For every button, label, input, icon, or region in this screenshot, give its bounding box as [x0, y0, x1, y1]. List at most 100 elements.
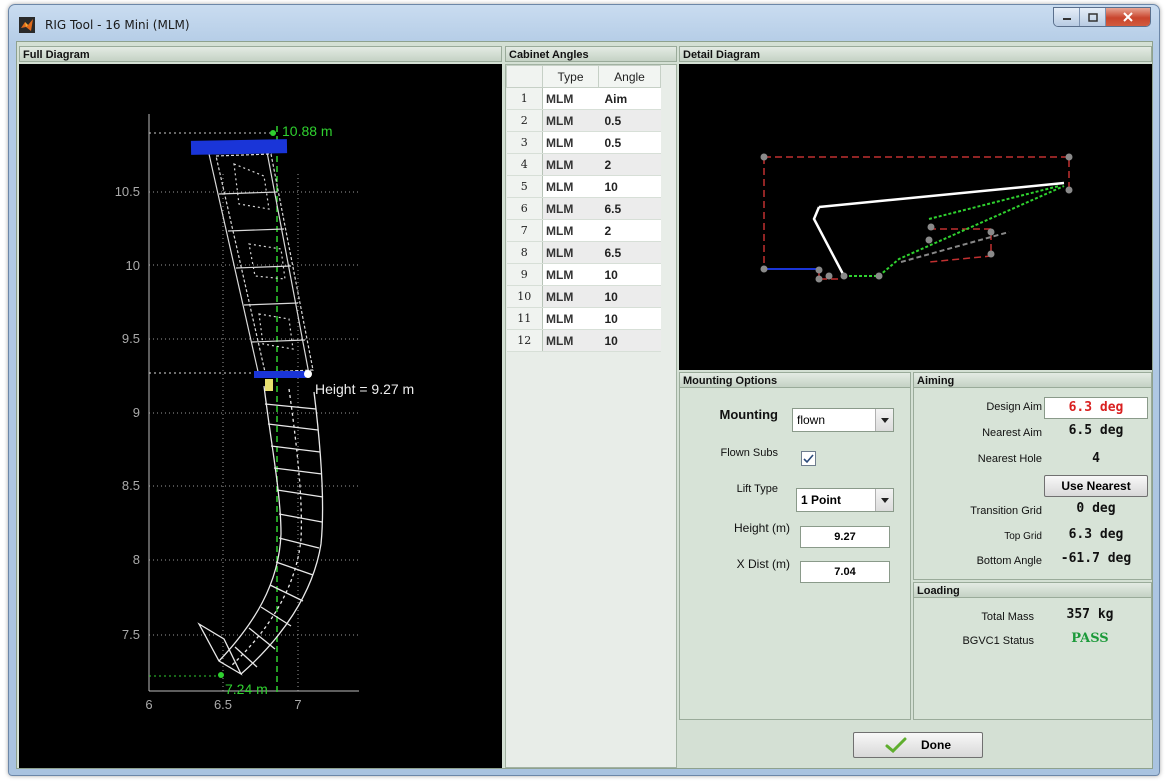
- col-header-type[interactable]: Type: [542, 65, 599, 88]
- type-cell[interactable]: MLM: [542, 241, 599, 264]
- table-row[interactable]: 10 MLM 10: [506, 285, 661, 308]
- row-number: 11: [506, 307, 543, 330]
- flown-subs-label: Flown Subs: [720, 447, 778, 459]
- row-number: 8: [506, 241, 543, 264]
- type-cell[interactable]: MLM: [542, 285, 599, 308]
- top-marker: [270, 130, 276, 136]
- line-array-drawing: [197, 385, 324, 676]
- angle-cell[interactable]: 6.5: [598, 197, 661, 220]
- table-row[interactable]: 6 MLM 6.5: [506, 197, 661, 220]
- y-tick: 7.5: [122, 627, 140, 642]
- design-aim-label: Design Aim: [986, 401, 1042, 413]
- mounting-select[interactable]: flown: [792, 408, 894, 432]
- table-row[interactable]: 12 MLM 10: [506, 329, 661, 352]
- mounting-select-value: flown: [797, 413, 826, 427]
- bottom-angle-value: -61.7 deg: [1060, 551, 1132, 566]
- angle-cell[interactable]: 10: [598, 329, 661, 352]
- cabinet-angles-grid[interactable]: Type Angle 1 MLM Aim 2 MLM 0.5 3 MLM 0.5 4 MLM 2…: [505, 64, 677, 768]
- use-nearest-button[interactable]: Use Nearest: [1044, 475, 1148, 497]
- maximize-icon: [1087, 12, 1098, 22]
- y-tick: 10: [126, 258, 140, 273]
- cabinet-angles-header: Cabinet Angles: [505, 46, 677, 62]
- table-row[interactable]: 7 MLM 2: [506, 219, 661, 242]
- type-cell[interactable]: MLM: [542, 197, 599, 220]
- table-row[interactable]: 5 MLM 10: [506, 175, 661, 198]
- type-cell[interactable]: MLM: [542, 131, 599, 154]
- x-tick: 7: [294, 697, 301, 712]
- row-number: 2: [506, 109, 543, 132]
- row-number: 4: [506, 153, 543, 176]
- type-cell[interactable]: MLM: [542, 175, 599, 198]
- x-dist-label: X Dist (m): [736, 557, 790, 571]
- x-dist-input[interactable]: 7.04: [800, 561, 890, 583]
- angle-cell[interactable]: 2: [598, 219, 661, 242]
- type-cell[interactable]: MLM: [542, 219, 599, 242]
- type-cell[interactable]: MLM: [542, 307, 599, 330]
- close-button[interactable]: [1106, 8, 1150, 26]
- row-number: 1: [506, 87, 543, 110]
- angle-cell[interactable]: 2: [598, 153, 661, 176]
- plot-axes: [148, 114, 359, 692]
- full-diagram-header: Full Diagram: [19, 46, 502, 62]
- col-header-angle[interactable]: Angle: [598, 65, 661, 88]
- angle-cell[interactable]: 6.5: [598, 241, 661, 264]
- type-cell[interactable]: MLM: [542, 153, 599, 176]
- top-elevation-label: 10.88 m: [282, 123, 333, 139]
- total-mass-value: 357 kg: [1066, 607, 1114, 622]
- done-button[interactable]: Done: [853, 732, 983, 758]
- full-diagram-plot[interactable]: 10.5 10 9.5 9 8.5 8 7.5 6 6.5 7 10.88 m …: [19, 64, 502, 768]
- checkmark-icon: [885, 737, 907, 753]
- bottom-angle-label: Bottom Angle: [976, 555, 1042, 567]
- table-row[interactable]: 9 MLM 10: [506, 263, 661, 286]
- flown-subs-checkbox[interactable]: [801, 451, 816, 466]
- type-cell[interactable]: MLM: [542, 87, 599, 110]
- minimize-button[interactable]: [1054, 8, 1080, 26]
- table-row[interactable]: 2 MLM 0.5: [506, 109, 661, 132]
- mounting-options-panel: Mounting flown Flown Subs Lift Type 1 Po…: [679, 372, 911, 720]
- plot-grid: [148, 174, 359, 691]
- loading-panel: Total Mass 357 kg BGVC1 Status PASS: [913, 582, 1152, 720]
- type-cell[interactable]: MLM: [542, 109, 599, 132]
- angle-cell[interactable]: 0.5: [598, 109, 661, 132]
- type-cell[interactable]: MLM: [542, 263, 599, 286]
- row-number: 3: [506, 131, 543, 154]
- table-row[interactable]: 11 MLM 10: [506, 307, 661, 330]
- lift-type-label: Lift Type: [736, 483, 778, 495]
- row-number: 10: [506, 285, 543, 308]
- height-input[interactable]: 9.27: [800, 526, 890, 548]
- height-label: Height = 9.27 m: [315, 381, 414, 397]
- detail-diagram-plot[interactable]: [679, 64, 1152, 370]
- table-row[interactable]: 1 MLM Aim: [506, 87, 661, 110]
- angle-cell[interactable]: 10: [598, 307, 661, 330]
- y-tick: 9.5: [122, 331, 140, 346]
- loading-header: Loading: [913, 582, 1152, 598]
- y-tick: 10.5: [115, 184, 140, 199]
- white-array-outline: [812, 181, 1065, 277]
- table-row[interactable]: 3 MLM 0.5: [506, 131, 661, 154]
- type-cell[interactable]: MLM: [542, 329, 599, 352]
- bottom-rig-frame: [254, 371, 306, 378]
- table-row[interactable]: 4 MLM 2: [506, 153, 661, 176]
- angle-cell[interactable]: 10: [598, 263, 661, 286]
- angle-cell[interactable]: 10: [598, 285, 661, 308]
- bottom-marker: [218, 672, 224, 678]
- full-diagram-svg: 10.5 10 9.5 9 8.5 8 7.5 6 6.5 7 10.88 m …: [115, 114, 414, 712]
- transition-grid-label: Transition Grid: [970, 505, 1042, 517]
- title-bar[interactable]: RIG Tool - 16 Mini (MLM): [9, 5, 1159, 41]
- green-array-outline: [844, 185, 1065, 277]
- mounting-label: Mounting: [719, 407, 778, 422]
- angle-cell[interactable]: Aim: [598, 87, 661, 110]
- table-row[interactable]: 8 MLM 6.5: [506, 241, 661, 264]
- angle-cell[interactable]: 0.5: [598, 131, 661, 154]
- maximize-button[interactable]: [1080, 8, 1106, 26]
- row-number: 6: [506, 197, 543, 220]
- top-grid-value: 6.3 deg: [1068, 527, 1124, 542]
- row-number: 9: [506, 263, 543, 286]
- nearest-hole-label: Nearest Hole: [977, 453, 1042, 465]
- mounting-options-header: Mounting Options: [679, 372, 911, 388]
- top-grid-label: Top Grid: [1004, 531, 1042, 542]
- angle-cell[interactable]: 10: [598, 175, 661, 198]
- minimize-icon: [1062, 18, 1071, 20]
- y-tick: 8: [133, 552, 140, 567]
- lift-type-select[interactable]: 1 Point: [796, 488, 894, 512]
